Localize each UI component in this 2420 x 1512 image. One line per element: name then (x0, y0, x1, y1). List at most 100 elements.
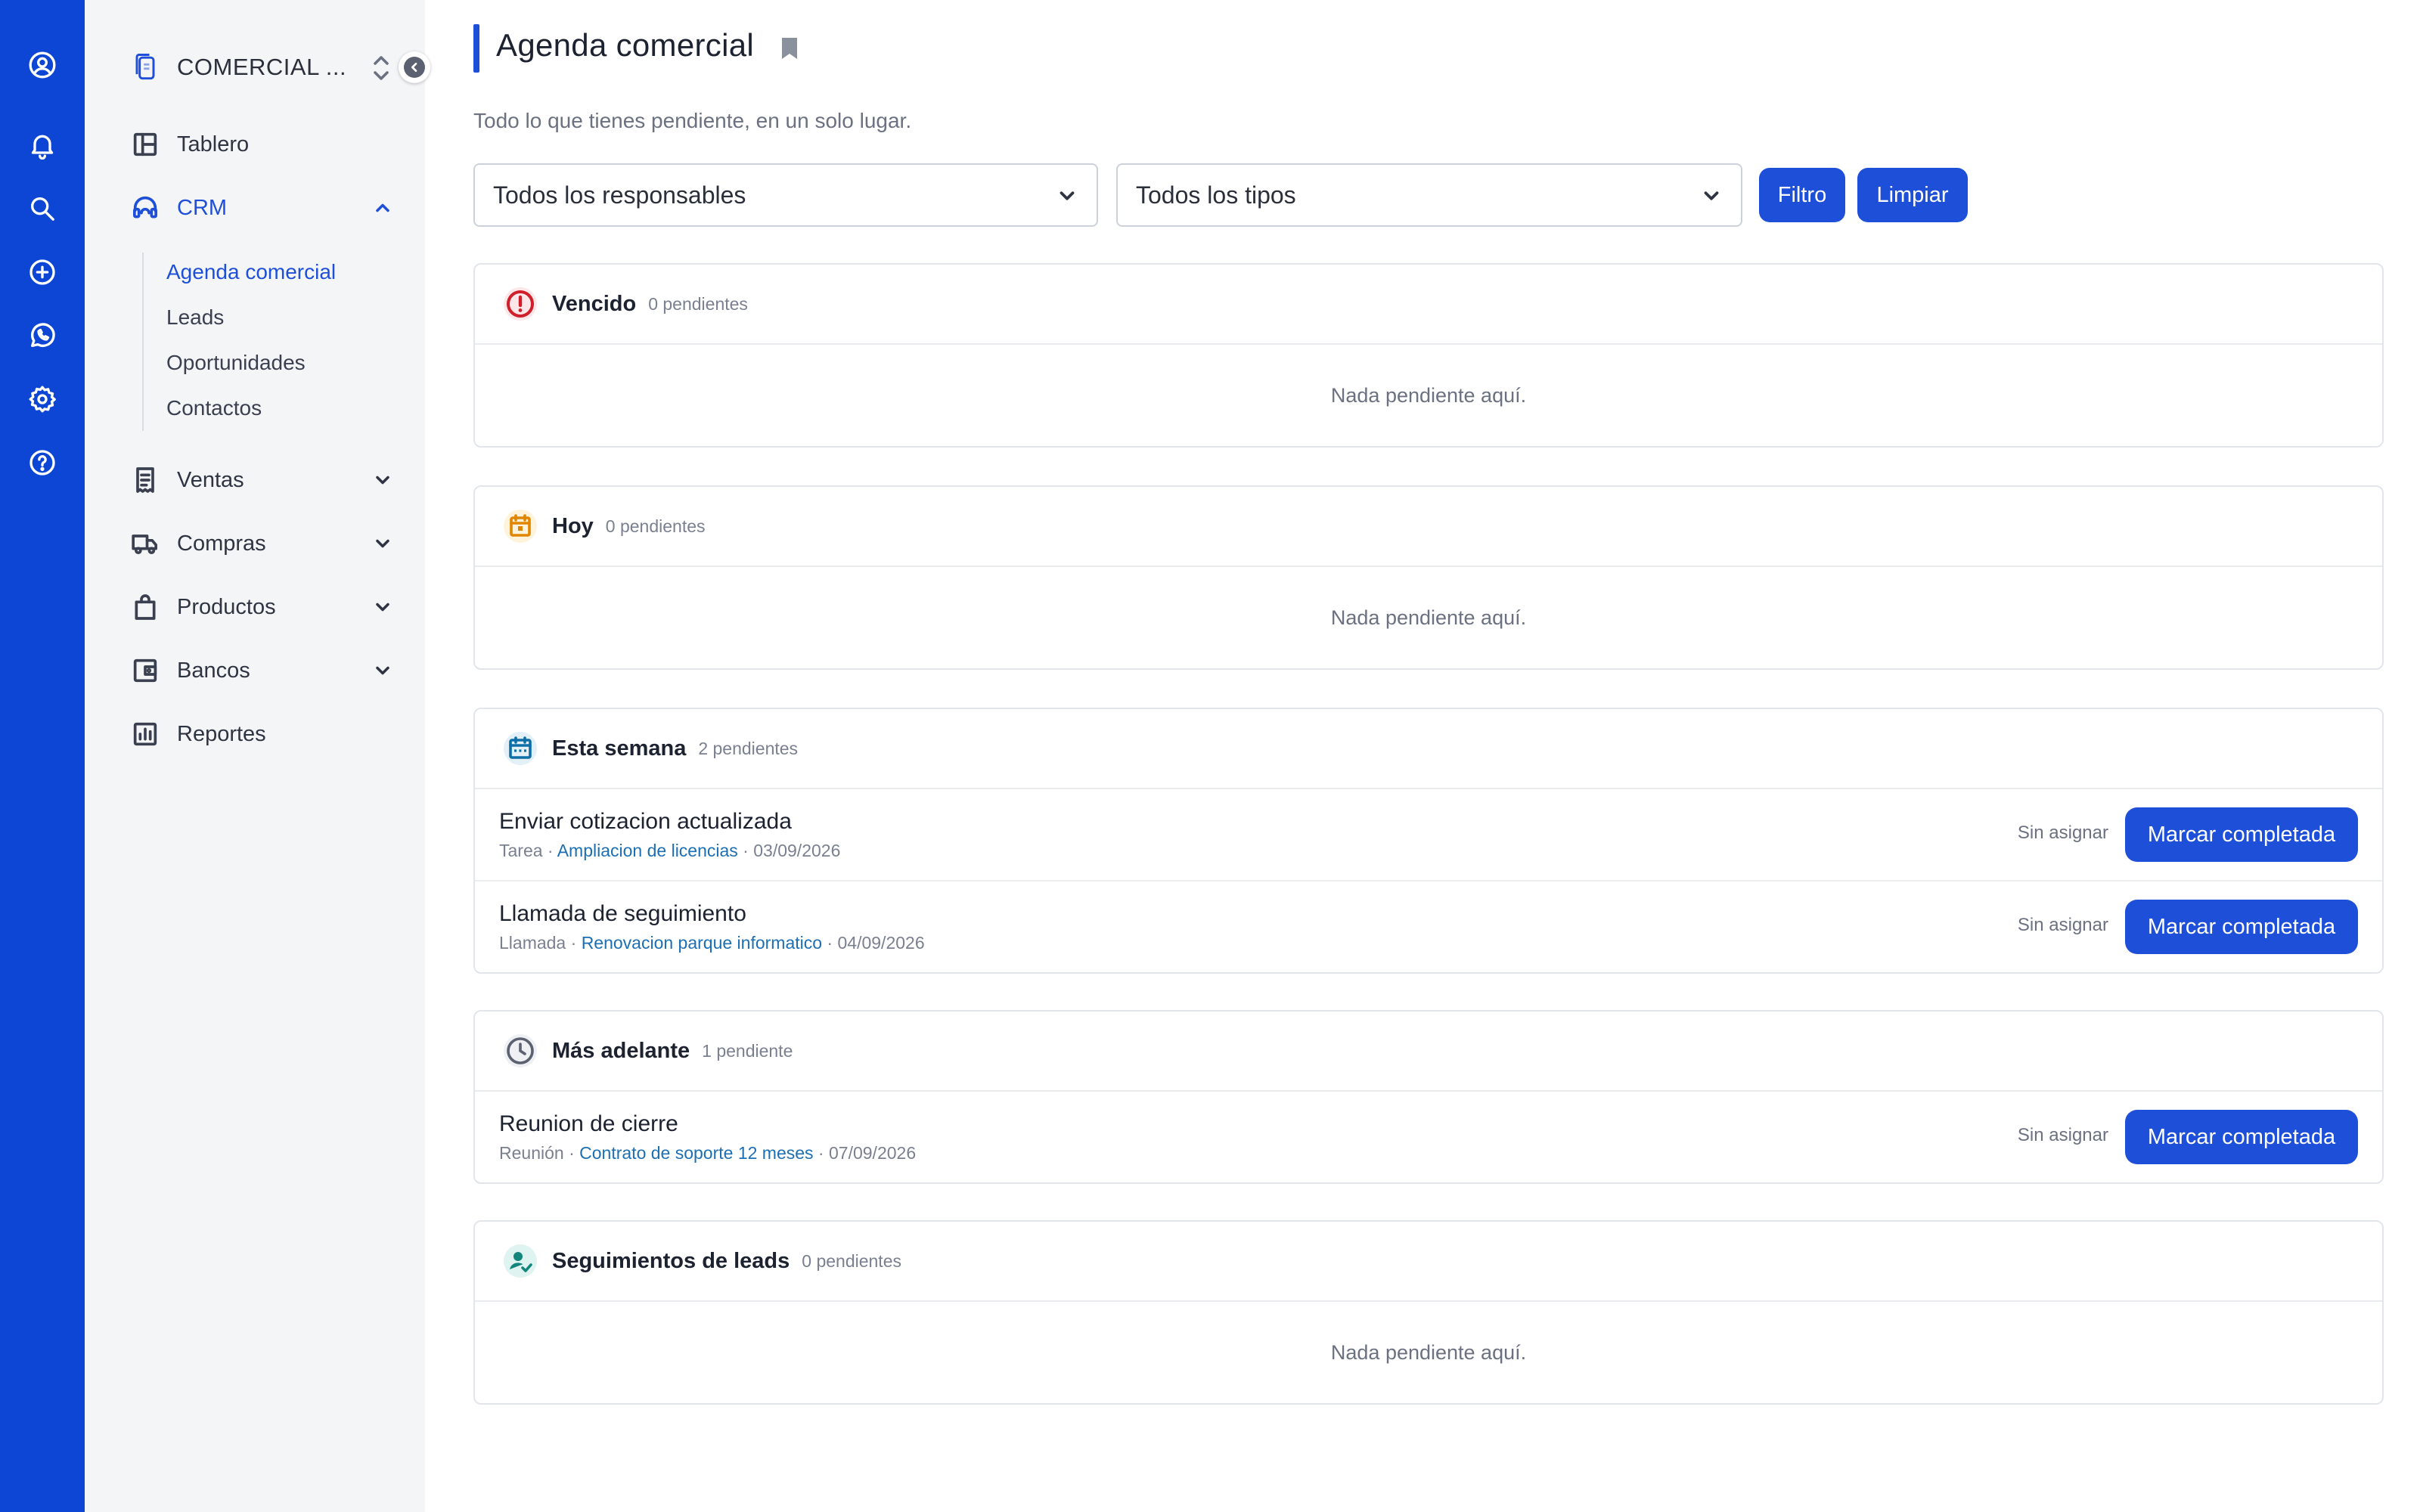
task-type: Tarea (499, 841, 543, 860)
whatsapp-icon[interactable] (24, 318, 60, 354)
search-icon[interactable] (24, 191, 60, 227)
collapse-sidebar-button[interactable] (399, 51, 430, 83)
chevron-down-icon (1056, 184, 1078, 207)
section-header: Hoy 0 pendientes (475, 487, 2382, 567)
section-count: 0 pendientes (648, 293, 748, 314)
calendar-today-icon (502, 508, 538, 544)
task-opportunity-link[interactable]: Contrato de soporte 12 meses (579, 1143, 813, 1163)
sidebar-item-compras[interactable]: Compras (123, 521, 402, 566)
assignee-label: Sin asignar (2017, 823, 2108, 843)
dashboard-icon (129, 128, 162, 161)
tipos-select-value: Todos los tipos (1136, 181, 1296, 209)
section-title: Vencido (552, 291, 637, 316)
report-chart-icon (129, 717, 162, 751)
task-title: Enviar cotizacion actualizada (499, 809, 792, 834)
truck-icon (129, 527, 162, 560)
user-check-icon (502, 1243, 538, 1279)
task-title: Llamada de seguimiento (499, 901, 746, 926)
submenu-item-leads[interactable]: Leads (166, 305, 224, 330)
help-icon[interactable] (24, 445, 60, 481)
chevron-up-icon (372, 197, 393, 218)
tipos-select[interactable]: Todos los tipos (1116, 163, 1742, 227)
responsables-select[interactable]: Todos los responsables (473, 163, 1098, 227)
sidebar-item-label: CRM (177, 195, 228, 220)
mark-complete-button[interactable]: Marcar completada (2125, 900, 2358, 954)
chevron-down-icon (1700, 184, 1723, 207)
title-accent-bar (473, 24, 479, 73)
settings-icon[interactable] (24, 381, 60, 417)
task-row: Reunion de cierre Reunión · Contrato de … (475, 1092, 2382, 1182)
section-mas-adelante: Más adelante 1 pendiente Reunion de cier… (473, 1010, 2384, 1184)
task-row: Enviar cotizacion actualizada Tarea · Am… (475, 789, 2382, 881)
task-date: 04/09/2026 (837, 933, 925, 953)
calendar-week-icon (502, 730, 538, 767)
sidebar-item-label: Compras (177, 531, 266, 556)
sidebar-item-reportes[interactable]: Reportes (123, 711, 402, 757)
clock-icon (502, 1033, 538, 1069)
chevron-down-icon (372, 660, 393, 681)
chevron-down-icon (372, 596, 393, 618)
task-opportunity-link[interactable]: Renovacion parque informatico (582, 933, 822, 953)
task-meta: Reunión · Contrato de soporte 12 meses ·… (499, 1143, 917, 1163)
filter-button[interactable]: Filtro (1759, 168, 1845, 222)
bell-icon[interactable] (24, 127, 60, 163)
submenu-item-oportunidades[interactable]: Oportunidades (166, 351, 306, 375)
assignee-label: Sin asignar (2017, 1125, 2108, 1145)
task-opportunity-link[interactable]: Ampliacion de licencias (557, 841, 738, 860)
wallet-icon (129, 654, 162, 687)
section-title: Seguimientos de leads (552, 1248, 790, 1273)
empty-state: Nada pendiente aquí. (1330, 606, 1527, 629)
sidebar: COMERCIAL ... Tablero CRM Agenda comerci… (85, 0, 430, 1512)
sidebar-item-label: Reportes (177, 721, 266, 746)
task-date: 07/09/2026 (829, 1143, 917, 1163)
responsables-select-value: Todos los responsables (493, 181, 746, 209)
section-header: Seguimientos de leads 0 pendientes (475, 1222, 2382, 1302)
headset-icon (129, 191, 162, 225)
section-header: Esta semana 2 pendientes (475, 709, 2382, 789)
section-seguimientos-leads: Seguimientos de leads 0 pendientes Nada … (473, 1220, 2384, 1405)
sidebar-item-label: Productos (177, 594, 276, 619)
section-count: 2 pendientes (698, 738, 799, 758)
shopping-bag-icon (129, 590, 162, 624)
submenu-item-agenda[interactable]: Agenda comercial (166, 260, 336, 284)
sidebar-item-productos[interactable]: Productos (123, 584, 402, 630)
task-title: Reunion de cierre (499, 1111, 678, 1136)
section-vencido: Vencido 0 pendientes Nada pendiente aquí… (473, 263, 2384, 448)
chevron-down-icon (372, 469, 393, 491)
task-type: Reunión (499, 1143, 564, 1163)
section-title: Hoy (552, 513, 594, 538)
task-date: 03/09/2026 (753, 841, 841, 860)
task-meta: Llamada · Renovacion parque informatico … (499, 933, 925, 953)
empty-state: Nada pendiente aquí. (1330, 1340, 1527, 1364)
section-header: Vencido 0 pendientes (475, 265, 2382, 345)
mark-complete-button[interactable]: Marcar completada (2125, 807, 2358, 862)
sidebar-item-bancos[interactable]: Bancos (123, 648, 402, 693)
alert-circle-icon (502, 286, 538, 322)
page-title: Agenda comercial (496, 27, 754, 63)
plus-circle-icon[interactable] (24, 254, 60, 290)
crm-submenu: Agenda comercial Leads Oportunidades Con… (142, 253, 393, 431)
task-type: Llamada (499, 933, 566, 953)
sidebar-item-crm[interactable]: CRM (123, 185, 402, 231)
chevron-left-icon (404, 57, 425, 78)
empty-state: Nada pendiente aquí. (1330, 383, 1527, 407)
workspace-name: COMERCIAL ... (177, 54, 347, 80)
task-meta: Tarea · Ampliacion de licencias · 03/09/… (499, 841, 841, 860)
section-title: Esta semana (552, 736, 687, 761)
workspace-selector[interactable]: COMERCIAL ... (123, 47, 402, 88)
section-count: 0 pendientes (605, 516, 706, 536)
user-circle-icon[interactable] (24, 47, 60, 83)
bookmark-icon[interactable] (779, 36, 800, 60)
clear-button[interactable]: Limpiar (1857, 168, 1968, 222)
icon-rail (0, 0, 85, 1512)
section-count: 1 pendiente (702, 1040, 793, 1061)
submenu-item-contactos[interactable]: Contactos (166, 396, 262, 420)
sidebar-item-ventas[interactable]: Ventas (123, 457, 402, 503)
chevron-up-down-icon (371, 54, 392, 82)
sidebar-item-tablero[interactable]: Tablero (123, 122, 402, 167)
section-header: Más adelante 1 pendiente (475, 1012, 2382, 1092)
section-hoy: Hoy 0 pendientes Nada pendiente aquí. (473, 485, 2384, 670)
sidebar-item-label: Bancos (177, 658, 250, 683)
mark-complete-button[interactable]: Marcar completada (2125, 1110, 2358, 1164)
page-subtitle: Todo lo que tienes pendiente, en un solo… (473, 109, 912, 132)
